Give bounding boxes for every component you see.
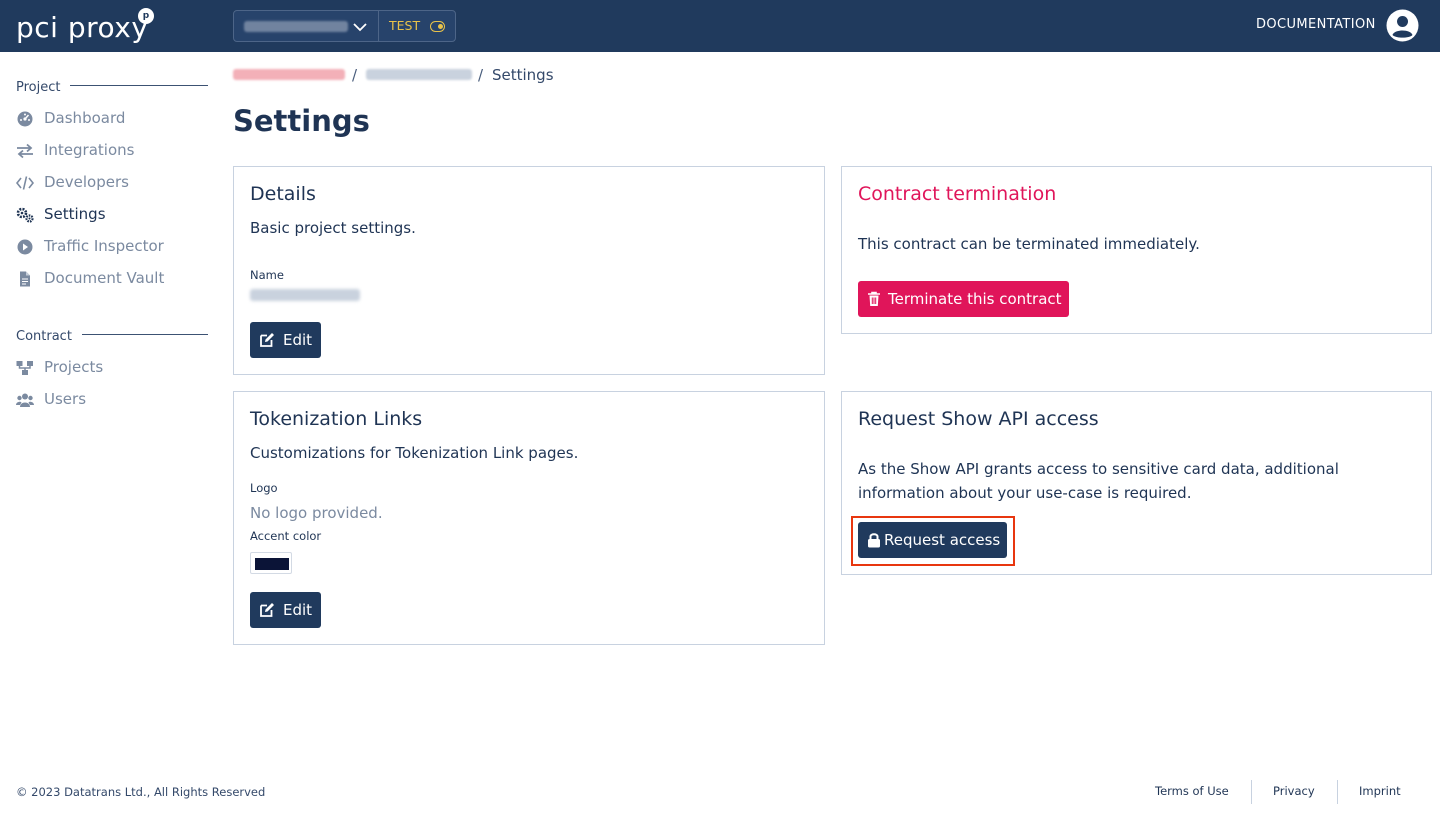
code-icon [16, 176, 34, 190]
breadcrumb-item-redacted[interactable] [366, 69, 472, 80]
sidebar-section-contract: Contract [16, 325, 208, 345]
sidebar-item-settings[interactable]: Settings [16, 204, 208, 226]
footer-copyright: © 2023 Datatrans Ltd., All Rights Reserv… [16, 785, 266, 799]
sidebar-item-users[interactable]: Users [16, 389, 208, 411]
sidebar-item-label: Projects [44, 358, 104, 376]
sidebar-item-projects[interactable]: Projects [16, 357, 208, 379]
gears-icon [16, 207, 34, 223]
logo-text: pci proxy [16, 11, 149, 44]
details-card: Details Basic project settings. Name Edi… [233, 166, 825, 375]
breadcrumb-item-redacted[interactable] [233, 69, 345, 80]
edit-label: Edit [283, 601, 313, 619]
sidebar-section-title: Project [16, 80, 71, 95]
highlight-annotation [851, 516, 1015, 566]
sidebar-item-integrations[interactable]: Integrations [16, 140, 208, 162]
card-description: Basic project settings. [250, 219, 416, 237]
sidebar-item-label: Users [44, 390, 87, 408]
sidebar-section-project: Project [16, 76, 208, 96]
sidebar-item-document-vault[interactable]: Document Vault [16, 268, 208, 290]
documentation-link[interactable]: DOCUMENTATION [1256, 17, 1376, 32]
user-avatar-icon[interactable] [1386, 9, 1419, 42]
project-name-value-redacted [250, 289, 360, 301]
logo-badge: p [138, 8, 154, 24]
sidebar-item-traffic-inspector[interactable]: Traffic Inspector [16, 236, 208, 258]
card-title: Contract termination [858, 183, 1057, 205]
sitemap-icon [16, 361, 33, 375]
sidebar-section-title: Contract [16, 329, 82, 344]
card-title: Details [250, 183, 316, 205]
trash-icon [868, 291, 880, 306]
sidebar-item-label: Document Vault [44, 269, 165, 287]
footer-link-privacy[interactable]: Privacy [1273, 784, 1315, 798]
users-icon [16, 393, 34, 407]
edit-label: Edit [283, 331, 313, 349]
sidebar-item-label: Traffic Inspector [44, 237, 164, 255]
top-navbar: pci proxy p TEST DOCUMENTATION [0, 0, 1440, 52]
environment-label: TEST [389, 18, 421, 33]
accent-color-fill [255, 558, 289, 570]
sidebar: Project Dashboard Integrations Developer… [0, 52, 220, 752]
terminate-contract-button[interactable]: Terminate this contract [858, 281, 1069, 317]
sidebar-item-label: Integrations [44, 141, 135, 159]
accent-color-swatch [250, 552, 292, 574]
sidebar-item-label: Developers [44, 173, 129, 191]
logo-value: No logo provided. [250, 504, 383, 522]
contract-termination-card: Contract termination This contract can b… [841, 166, 1432, 334]
card-title: Request Show API access [858, 408, 1099, 430]
name-label: Name [250, 268, 284, 282]
details-edit-button[interactable]: Edit [250, 322, 321, 358]
accent-color-label: Accent color [250, 529, 322, 543]
footer-link-imprint[interactable]: Imprint [1359, 784, 1401, 798]
breadcrumb-separator: / [352, 66, 358, 84]
card-title: Tokenization Links [250, 408, 423, 430]
footer-divider [1337, 780, 1338, 804]
sidebar-item-label: Settings [44, 205, 106, 223]
terminate-label: Terminate this contract [888, 290, 1062, 308]
project-switcher[interactable]: TEST [233, 10, 456, 42]
footer-link-terms-of-use[interactable]: Terms of Use [1155, 784, 1229, 798]
breadcrumb-current: Settings [492, 66, 554, 84]
footer-divider [1251, 780, 1252, 804]
sidebar-item-dashboard[interactable]: Dashboard [16, 108, 208, 130]
edit-icon [260, 603, 274, 617]
breadcrumb-separator: / [478, 66, 484, 84]
tokenization-edit-button[interactable]: Edit [250, 592, 321, 628]
environment-toggle-icon[interactable] [430, 21, 445, 32]
page-title: Settings [233, 104, 370, 138]
card-description: As the Show API grants access to sensiti… [858, 460, 1339, 502]
edit-icon [260, 333, 274, 347]
logo-label: Logo [250, 481, 278, 495]
tokenization-links-card: Tokenization Links Customizations for To… [233, 391, 825, 645]
chevron-down-icon [353, 23, 367, 32]
play-circle-icon [17, 239, 33, 255]
dashboard-icon [17, 111, 33, 127]
card-description: This contract can be terminated immediat… [858, 235, 1200, 253]
sidebar-item-developers[interactable]: Developers [16, 172, 208, 194]
project-name-redacted [244, 21, 348, 32]
sidebar-item-label: Dashboard [44, 109, 126, 127]
file-icon [20, 271, 30, 287]
switch-divider [378, 11, 379, 41]
card-description: Customizations for Tokenization Link pag… [250, 444, 579, 462]
breadcrumb: / / Settings [233, 66, 633, 86]
arrows-exchange-icon [17, 143, 33, 159]
